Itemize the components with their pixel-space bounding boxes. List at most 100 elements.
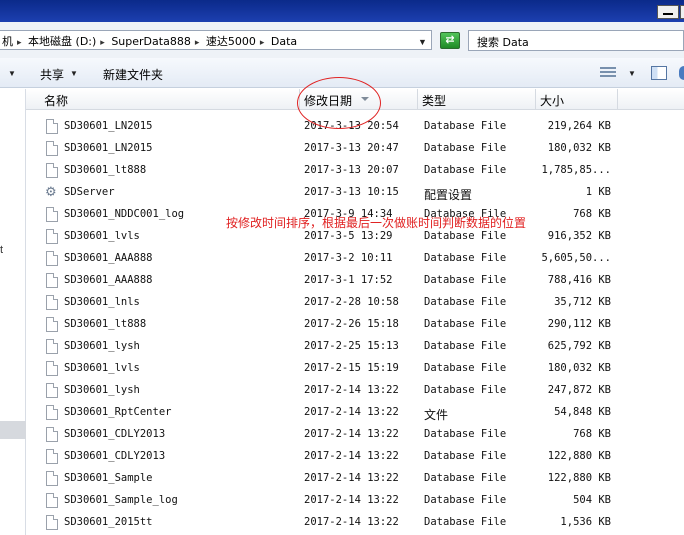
breadcrumb-separator-icon[interactable]: ▸ xyxy=(195,38,200,48)
nav-item-mark[interactable]: t xyxy=(0,244,3,256)
file-row[interactable]: SD30601_Sample_log 2017-2-14 13:22 Databas… xyxy=(26,490,684,512)
breadcrumb-separator-icon[interactable]: ▸ xyxy=(100,38,105,48)
file-row[interactable]: ⚙ SDServer 2017-3-13 10:15 配置设置 1 KB xyxy=(26,182,684,204)
column-header-size[interactable]: 大小 xyxy=(536,89,618,110)
file-name: SD30601_AAA888 xyxy=(64,274,153,286)
file-type: Database File xyxy=(424,494,507,506)
file-icon xyxy=(46,383,58,398)
maximize-button[interactable] xyxy=(680,5,684,19)
file-date: 2017-2-25 15:13 xyxy=(304,340,399,352)
file-size: 35,712 KB xyxy=(554,296,611,308)
file-type: Database File xyxy=(424,362,507,374)
file-name: SD30601_lnls xyxy=(64,296,140,308)
file-type: Database File xyxy=(424,230,507,242)
file-type: Database File xyxy=(424,142,507,154)
breadcrumb-data[interactable]: Data xyxy=(271,35,297,48)
file-row[interactable]: SD30601_lt888 2017-3-13 20:07 Database Fil… xyxy=(26,160,684,182)
annotation-circle xyxy=(297,77,381,129)
share-dropdown-icon[interactable]: ▼ xyxy=(70,69,78,78)
breadcrumb-superdata[interactable]: SuperData888 xyxy=(111,35,191,48)
file-name: SD30601_CDLY2013 xyxy=(64,428,166,440)
address-bar[interactable]: 机 ▸ 本地磁盘 (D:) ▸ SuperData888 ▸ 速达5000 ▸ Data xyxy=(0,30,432,50)
file-size: 768 KB xyxy=(573,428,611,440)
file-date: 2017-2-14 13:22 xyxy=(304,428,399,440)
refresh-icon[interactable]: ⇄ xyxy=(440,32,460,49)
file-row[interactable]: SD30601_AAA888 2017-3-2 10:11 Database Fil… xyxy=(26,248,684,270)
organize-dropdown-icon[interactable]: ▼ xyxy=(8,69,16,78)
breadcrumb-separator-icon[interactable]: ▸ xyxy=(260,38,265,48)
file-row[interactable]: SD30601_LN2015 2017-3-13 20:47 Database Fi… xyxy=(26,138,684,160)
file-size: 290,112 KB xyxy=(547,318,611,330)
file-size: 768 KB xyxy=(573,208,611,220)
file-icon xyxy=(46,119,58,134)
file-icon xyxy=(46,273,58,288)
file-icon xyxy=(46,427,58,442)
breadcrumb-computer[interactable]: 机 xyxy=(2,35,13,48)
minimize-button[interactable] xyxy=(657,5,679,19)
file-size: 504 KB xyxy=(573,494,611,506)
file-icon xyxy=(46,361,58,376)
file-icon xyxy=(46,141,58,156)
file-row[interactable]: SD30601_lysh 2017-2-25 15:13 Database File… xyxy=(26,336,684,358)
column-header-type[interactable]: 类型 xyxy=(418,89,536,110)
file-row[interactable]: SD30601_AAA888 2017-3-1 17:52 Database Fil… xyxy=(26,270,684,292)
file-type: Database File xyxy=(424,120,507,132)
column-header-name[interactable]: 名称 xyxy=(26,89,300,110)
search-placeholder: 搜索 Data xyxy=(477,36,529,49)
file-date: 2017-3-13 20:07 xyxy=(304,164,399,176)
file-icon xyxy=(46,163,58,178)
file-name: SD30601_NDDC001_log xyxy=(64,208,185,220)
file-row[interactable]: SD30601_CDLY2013 2017-2-14 13:22 Database … xyxy=(26,424,684,446)
file-type: Database File xyxy=(424,472,507,484)
file-name: SD30601_Sample_log xyxy=(64,494,178,506)
column-type-label: 类型 xyxy=(422,94,447,108)
file-row[interactable]: SD30601_CDLY2013 2017-2-14 13:22 Database … xyxy=(26,446,684,468)
file-row[interactable]: SD30601_lvls 2017-2-15 15:19 Database File… xyxy=(26,358,684,380)
file-name: SDServer xyxy=(64,186,115,198)
file-icon xyxy=(46,317,58,332)
view-dropdown-icon[interactable]: ▼ xyxy=(628,69,636,78)
preview-pane-icon[interactable] xyxy=(651,66,667,80)
help-icon[interactable] xyxy=(679,66,684,80)
file-size: 180,032 KB xyxy=(547,142,611,154)
file-type: Database File xyxy=(424,384,507,396)
new-folder-button[interactable]: 新建文件夹 xyxy=(103,66,163,83)
breadcrumb-suda[interactable]: 速达5000 xyxy=(206,35,256,48)
file-icon xyxy=(46,449,58,464)
file-row[interactable]: SD30601_lnls 2017-2-28 10:58 Database File… xyxy=(26,292,684,314)
file-row[interactable]: SD30601_lt888 2017-2-26 15:18 Database Fil… xyxy=(26,314,684,336)
share-button[interactable]: 共享 xyxy=(40,66,64,83)
file-row[interactable]: SD30601_RptCenter 2017-2-14 13:22 文件 54,848… xyxy=(26,402,684,424)
file-date: 2017-2-28 10:58 xyxy=(304,296,399,308)
column-name-label: 名称 xyxy=(44,94,69,108)
breadcrumb-separator-icon[interactable]: ▸ xyxy=(17,38,22,48)
file-type: Database File xyxy=(424,450,507,462)
file-row[interactable]: SD30601_Sample 2017-2-14 13:22 Database Fi… xyxy=(26,468,684,490)
file-icon xyxy=(46,207,58,222)
annotation-text: 按修改时间排序，根据最后一次做账时间判断数据的位置 xyxy=(226,216,527,230)
file-type: 配置设置 xyxy=(424,188,473,202)
search-input[interactable]: 搜索 Data xyxy=(468,30,684,51)
file-type: Database File xyxy=(424,252,507,264)
column-size-label: 大小 xyxy=(540,94,565,108)
file-name: SD30601_Sample xyxy=(64,472,153,484)
file-date: 2017-2-14 13:22 xyxy=(304,472,399,484)
file-name: SD30601_lysh xyxy=(64,340,140,352)
view-options-icon[interactable] xyxy=(600,67,616,79)
file-row[interactable]: SD30601_lysh 2017-2-14 13:22 Database File… xyxy=(26,380,684,402)
file-date: 2017-2-15 15:19 xyxy=(304,362,399,374)
nav-item-selected[interactable] xyxy=(0,421,26,439)
file-icon xyxy=(46,405,58,420)
address-dropdown-icon[interactable]: ▼ xyxy=(418,37,427,47)
file-row[interactable]: SD30601_2015tt 2017-2-14 13:22 Database Fi… xyxy=(26,512,684,534)
breadcrumb-drive[interactable]: 本地磁盘 (D:) xyxy=(28,35,96,48)
file-name: SD30601_2015tt xyxy=(64,516,153,528)
navigation-pane[interactable]: t xyxy=(0,89,26,535)
file-size: 1,785,85... xyxy=(541,164,611,176)
new-folder-label: 新建文件夹 xyxy=(103,68,164,82)
file-date: 2017-2-26 15:18 xyxy=(304,318,399,330)
file-size: 625,792 KB xyxy=(547,340,611,352)
file-icon xyxy=(46,493,58,508)
file-size: 122,880 KB xyxy=(547,450,611,462)
file-size: 247,872 KB xyxy=(547,384,611,396)
